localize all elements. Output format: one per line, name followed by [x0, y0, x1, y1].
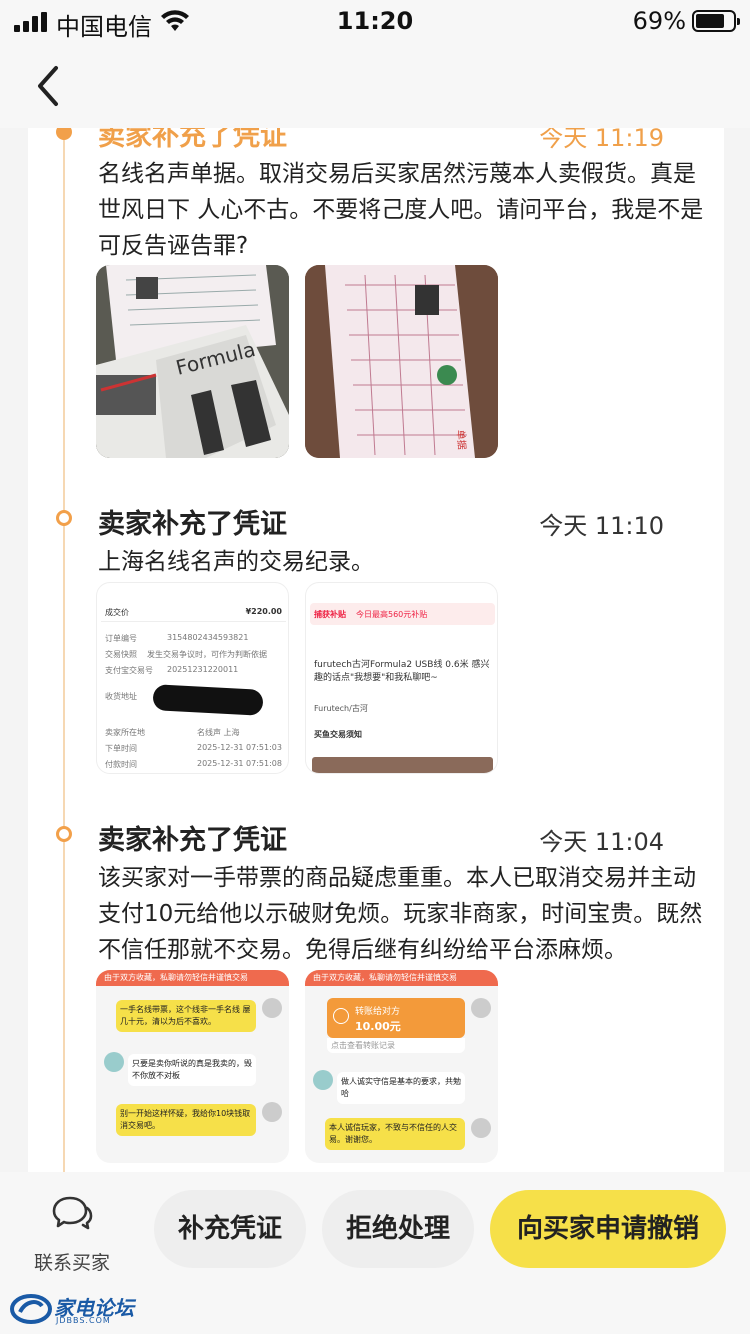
- transfer-card: 转账给对方 10.00元: [327, 998, 465, 1038]
- transfer-label: 转账给对方: [355, 1007, 401, 1017]
- order-row-key: 下单时间: [105, 744, 137, 753]
- subsidy-text: 今日最高560元补贴: [356, 610, 428, 619]
- battery-percent: 69%: [632, 7, 686, 35]
- chat-screenshot: 由于双方收藏，私聊请勿轻信并谨慎交易 一手名线带票，这个线非一手名线 屡几十元，…: [96, 970, 289, 1163]
- chat-bubble: 本人诚信玩家，不致与不信任的人交易。谢谢您。: [325, 1118, 465, 1150]
- timeline-dot: [56, 510, 72, 526]
- transfer-amount: 10.00元: [355, 1020, 401, 1033]
- order-row-value: 名线声 上海: [197, 728, 240, 737]
- order-row-value: 2025-12-31 07:51:08: [197, 759, 282, 768]
- request-revoke-button[interactable]: 向买家申请撤销: [490, 1190, 726, 1268]
- avatar: [313, 1070, 333, 1090]
- order-row-key: 订单编号: [105, 634, 137, 643]
- event-time: 今天 11:19: [539, 128, 664, 152]
- contact-buyer-button[interactable]: 联系买家: [24, 1192, 120, 1274]
- order-row-key: 交易快照: [105, 650, 137, 659]
- timeline-dot: [56, 826, 72, 842]
- back-chevron-icon[interactable]: [22, 58, 78, 114]
- evidence-image[interactable]: 由于双方收藏，私聊请勿轻信并谨慎交易 转账给对方 10.00元 点击查看转账记录…: [305, 970, 498, 1163]
- order-row-value: 20251231220011: [167, 665, 239, 674]
- evidence-image[interactable]: 捕获补贴 今日最高560元补贴 furutech古河Formula2 USB线 …: [305, 582, 498, 774]
- order-row-key: 卖家所在地: [105, 728, 145, 737]
- evidence-image[interactable]: 成交价 ¥220.00 订单编号 3154802434593821 交易快照 发…: [96, 582, 289, 774]
- timeline-line: [63, 128, 65, 1172]
- order-row-value: 发生交易争议时，可作为判断依据: [147, 650, 267, 659]
- avatar: [471, 1118, 491, 1138]
- event-text: 名线名声单据。取消交易后买家居然污蔑本人卖假货。真是世风日下 人心不古。不要将己…: [98, 161, 704, 259]
- chat-warning-banner: 由于双方收藏，私聊请勿轻信并谨慎交易: [305, 970, 498, 986]
- chat-bubble: 一手名线带票，这个线非一手名线 屡几十元，清以为后不喜欢。: [116, 1000, 256, 1032]
- event-time: 今天 11:04: [539, 828, 664, 856]
- chat-bubble: 别一开始这样怀疑，我给你10块钱取消交易吧。: [116, 1104, 256, 1136]
- chat-warning-banner: 由于双方收藏，私聊请勿轻信并谨慎交易: [96, 970, 289, 986]
- transfer-note: 点击查看转账记录: [327, 1038, 465, 1053]
- redacted-address: [152, 684, 264, 716]
- chat-bubbles-icon: [52, 1196, 93, 1230]
- avatar: [104, 1052, 124, 1072]
- transfer-screenshot: 由于双方收藏，私聊请勿轻信并谨慎交易 转账给对方 10.00元 点击查看转账记录…: [305, 970, 498, 1163]
- event-text: 上海名线名声的交易纪录。: [98, 549, 374, 575]
- product-brand: Furutech/古河: [314, 704, 368, 713]
- supplement-evidence-button[interactable]: 补充凭证: [154, 1190, 306, 1268]
- evidence-image[interactable]: Formula: [96, 265, 289, 458]
- order-row-key: 付款时间: [105, 760, 137, 769]
- order-row-value: 2025-12-31 07:51:03: [197, 743, 282, 752]
- evidence-image[interactable]: 由于双方收藏，私聊请勿轻信并谨慎交易 一手名线带票，这个线非一手名线 屡几十元，…: [96, 970, 289, 1163]
- avatar: [262, 1102, 282, 1122]
- watermark-domain: JDBBS.COM: [56, 1316, 111, 1325]
- order-screenshot: 成交价 ¥220.00 订单编号 3154802434593821 交易快照 发…: [97, 583, 288, 773]
- order-row-key: 成交价: [105, 608, 129, 617]
- avatar: [262, 998, 282, 1018]
- event-title: 卖家补充了凭证: [98, 128, 287, 152]
- transfer-icon: [333, 1008, 349, 1024]
- nav-bar: [0, 44, 750, 128]
- forum-logo-icon: [10, 1294, 52, 1324]
- chat-bubble: 做人诚实守信是基本的要求，共勉哈: [337, 1072, 465, 1104]
- receipt-photo-icon: 单据: [305, 265, 498, 458]
- avatar: [471, 998, 491, 1018]
- product-screenshot: 捕获补贴 今日最高560元补贴 furutech古河Formula2 USB线 …: [306, 583, 497, 773]
- product-box-photo-icon: Formula: [96, 265, 289, 458]
- order-row-value: ¥220.00: [245, 607, 282, 616]
- event-title: 卖家补充了凭证: [98, 825, 287, 856]
- timeline-dot: [56, 128, 72, 140]
- event-title: 卖家补充了凭证: [98, 509, 287, 540]
- reject-button[interactable]: 拒绝处理: [322, 1190, 474, 1268]
- subsidy-label: 捕获补贴: [314, 610, 346, 619]
- order-row-key: 支付宝交易号: [105, 666, 153, 675]
- product-photo-strip: [312, 757, 493, 773]
- bottom-action-bar: 联系买家 补充凭证 拒绝处理 向买家申请撤销 家电论坛 JDBBS.COM: [0, 1172, 750, 1334]
- event-text: 该买家对一手带票的商品疑虑重重。本人已取消交易并主动支付10元给他以示破财免烦。…: [98, 865, 703, 963]
- forum-watermark: 家电论坛 JDBBS.COM: [6, 1290, 136, 1330]
- evidence-timeline[interactable]: 卖家补充了凭证 今天 11:19 名线名声单据。取消交易后买家居然污蔑本人卖假货…: [28, 128, 724, 1172]
- chat-bubble: 只要是卖你听说的真是我卖的，毁不你放不对板: [128, 1054, 256, 1086]
- evidence-image[interactable]: 单据: [305, 265, 498, 458]
- event-time: 今天 11:10: [539, 512, 664, 540]
- contact-buyer-label: 联系买家: [33, 1252, 110, 1274]
- battery-icon: [692, 10, 740, 32]
- order-row-value: 3154802434593821: [167, 633, 249, 642]
- trade-guide-label: 买鱼交易须知: [314, 730, 362, 739]
- status-bar: 中国电信 11:20 69%: [0, 0, 750, 44]
- product-description: furutech古河Formula2 USB线 0.6米 感兴趣的话点"我想要"…: [314, 660, 490, 683]
- order-row-key: 收货地址: [105, 692, 137, 701]
